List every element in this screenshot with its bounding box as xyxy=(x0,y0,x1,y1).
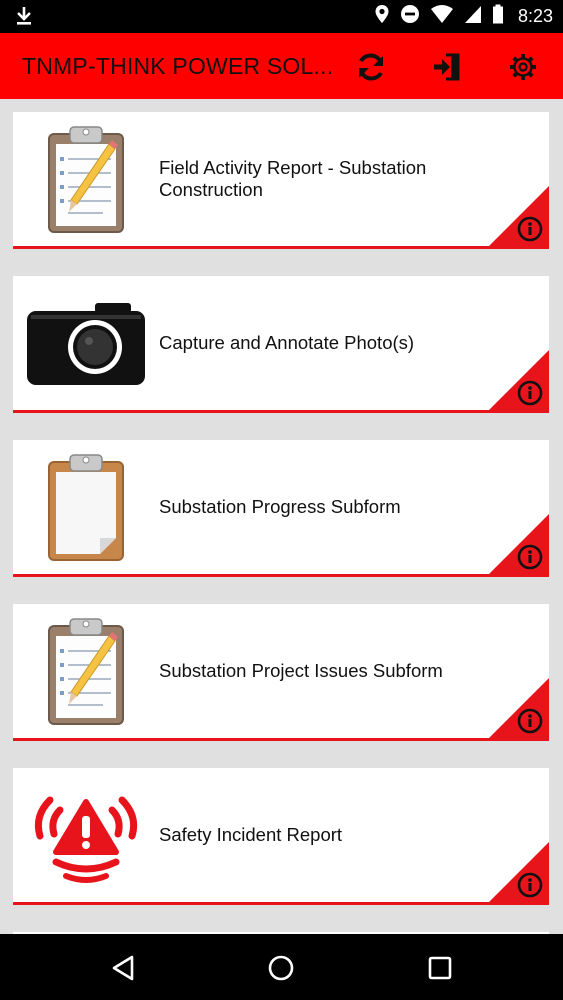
logout-button[interactable] xyxy=(430,50,464,84)
form-card-safety-incident-report[interactable]: Safety Incident Report xyxy=(13,768,549,905)
clipboard-blank-icon xyxy=(23,452,149,564)
info-icon[interactable] xyxy=(517,544,543,570)
status-bar: 8:23 xyxy=(0,0,563,33)
home-button[interactable] xyxy=(266,953,296,983)
alert-signal-icon xyxy=(23,780,149,892)
form-card-capture-photo[interactable]: Capture and Annotate Photo(s) xyxy=(13,276,549,413)
battery-icon xyxy=(492,4,504,29)
settings-button[interactable] xyxy=(506,50,540,84)
location-icon xyxy=(374,4,390,29)
form-card-progress-subform[interactable]: Substation Progress Subform xyxy=(13,440,549,577)
form-label: Capture and Annotate Photo(s) xyxy=(159,332,415,353)
refresh-button[interactable] xyxy=(354,50,388,84)
info-icon[interactable] xyxy=(517,380,543,406)
form-card-field-activity-report[interactable]: Field Activity Report - Substation Const… xyxy=(13,112,549,249)
settings-icon xyxy=(510,54,536,80)
navigation-bar xyxy=(0,934,563,1000)
form-label: Substation Progress Subform xyxy=(159,496,401,517)
app-title: TNMP-THINK POWER SOL... xyxy=(22,53,334,79)
logout-icon xyxy=(434,53,460,81)
info-icon[interactable] xyxy=(517,708,543,734)
info-icon[interactable] xyxy=(517,216,543,242)
refresh-icon xyxy=(359,53,383,81)
clipboard-pencil-icon xyxy=(23,124,149,236)
cell-signal-icon xyxy=(464,4,482,29)
form-list: Field Activity Report - Substation Const… xyxy=(0,99,563,934)
form-label: Substation Project Issues Subform xyxy=(159,660,443,681)
recents-icon xyxy=(428,956,452,980)
recents-button[interactable] xyxy=(425,953,455,983)
wifi-icon xyxy=(430,4,454,29)
form-label: Field Activity Report - Substation Const… xyxy=(159,157,427,200)
info-icon[interactable] xyxy=(517,872,543,898)
do-not-disturb-icon xyxy=(400,4,420,29)
form-label: Safety Incident Report xyxy=(159,824,343,845)
home-icon xyxy=(268,955,294,981)
app-bar: TNMP-THINK POWER SOL... xyxy=(0,33,563,99)
back-icon xyxy=(112,955,134,981)
download-icon xyxy=(14,5,34,32)
form-card-project-issues-subform[interactable]: Substation Project Issues Subform xyxy=(13,604,549,741)
clipboard-pencil-icon xyxy=(23,616,149,728)
clock: 8:23 xyxy=(517,6,553,26)
camera-icon xyxy=(23,288,149,400)
back-button[interactable] xyxy=(108,953,138,983)
